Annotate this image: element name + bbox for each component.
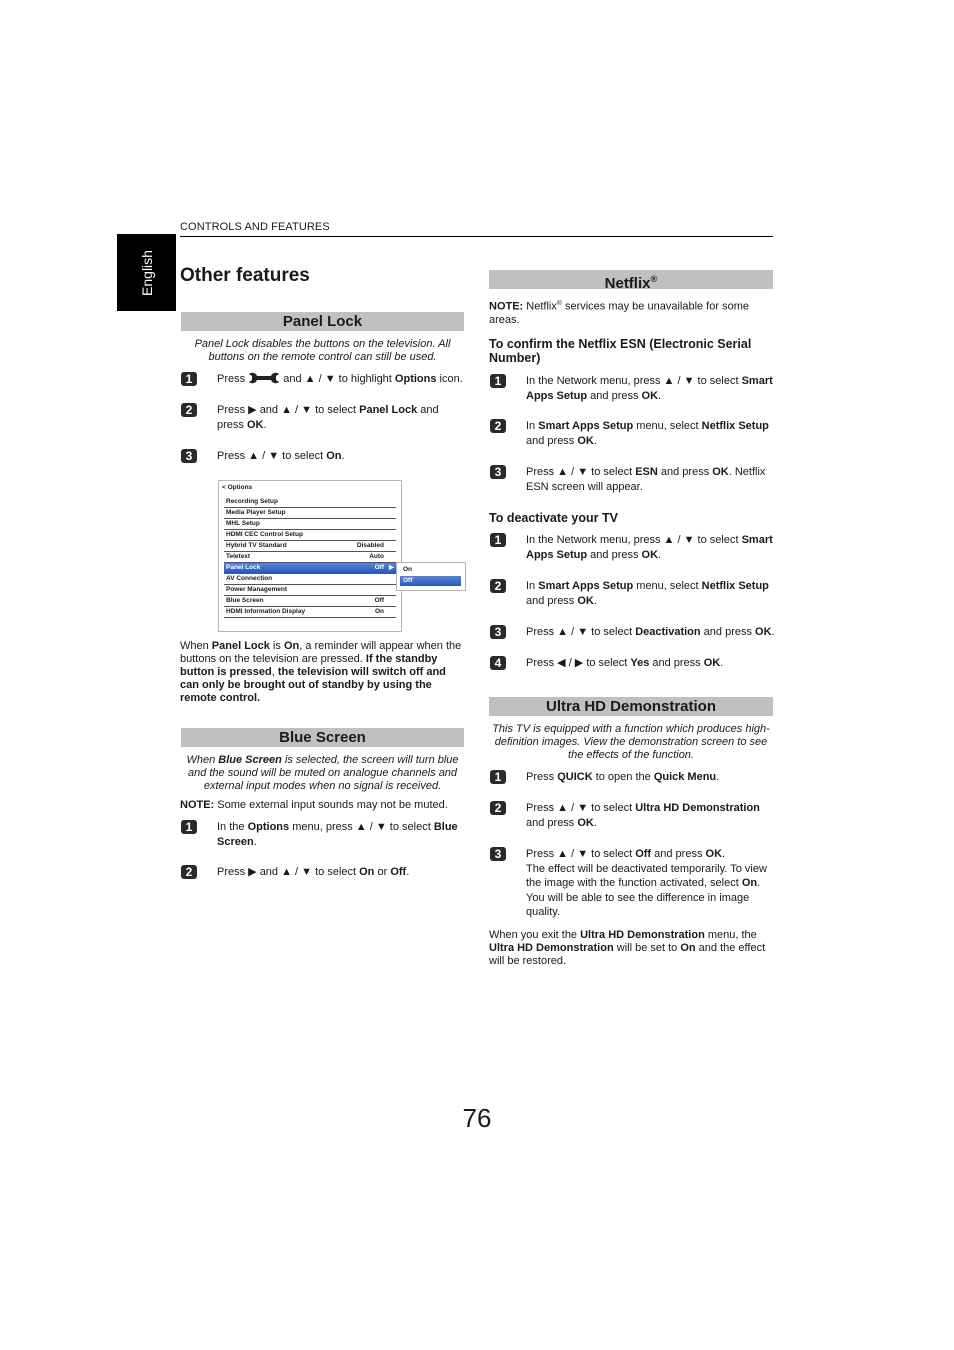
page-title: Other features (180, 265, 310, 286)
panel-lock-intro: Panel Lock disables the buttons on the t… (194, 338, 451, 363)
ultra-hd-restore-text: When you exit the Ultra HD Demonstration… (489, 929, 766, 967)
page-number: 76 (462, 1103, 492, 1133)
menu-item-value: Off (374, 597, 384, 604)
step-number-badge: 1 (490, 533, 506, 547)
options-menu-item[interactable]: Blue Screen Off (224, 596, 396, 607)
section-heading-netflix: Netflix® (489, 270, 773, 292)
language-tab: English (117, 234, 176, 311)
registered-mark: ® (650, 274, 658, 284)
step-text: In Smart Apps Setup menu, select Netflix… (526, 580, 769, 607)
menu-item-value: Auto (369, 553, 384, 560)
step-number-badge: 2 (490, 579, 506, 593)
step-text: Press QUICK to open the Quick Menu. (526, 771, 720, 783)
language-tab-label: English (138, 249, 155, 296)
menu-item-label: HDMI CEC Control Setup (226, 531, 303, 538)
options-menu-item[interactable]: MHL Setup (224, 519, 396, 530)
step-text: Press ▲ / ▼ to select ESN and press OK. … (526, 466, 766, 493)
netflix-heading-text: Netflix (604, 275, 651, 292)
section-heading-blue-screen: Blue Screen (181, 728, 464, 747)
options-menu-item[interactable]: Recording Setup (224, 497, 396, 508)
netflix-note: NOTE: Netflix® services may be unavailab… (489, 300, 749, 326)
blue-screen-intro: When Blue Screen is selected, the screen… (186, 754, 459, 792)
step-text: Press ▲ / ▼ to select Off and press OK. T… (526, 848, 767, 918)
panel-lock-submenu: On Off (396, 562, 466, 591)
step-number-badge: 3 (490, 465, 506, 479)
menu-item-label: Blue Screen (226, 597, 264, 604)
netflix-esn-heading: To confirm the Netflix ESN (Electronic S… (489, 337, 752, 365)
step-text: Press and ▲ / ▼ to highlight Options ico… (217, 372, 463, 385)
options-menu-item[interactable]: Media Player Setup (224, 508, 396, 519)
menu-item-label: Teletext (226, 553, 251, 560)
header-rule (180, 236, 773, 237)
netflix-deactivate-heading: To deactivate your TV (489, 511, 618, 525)
section-heading-ultra-hd: Ultra HD Demonstration (489, 697, 773, 716)
running-head: CONTROLS AND FEATURES (180, 221, 330, 233)
blue-screen-note: NOTE: Some external input sounds may not… (180, 798, 448, 813)
options-menu-item[interactable]: Hybrid TV Standard Disabled (224, 541, 396, 552)
step-number-badge: 1 (490, 770, 506, 784)
step-text: In the Network menu, press ▲ / ▼ to sele… (526, 375, 773, 402)
step-text: Press ◀ / ▶ to select Yes and press OK. (526, 657, 724, 669)
step-text: Press ▶ and ▲ / ▼ to select On or Off. (217, 866, 410, 878)
section-heading-panel-lock: Panel Lock (181, 312, 464, 331)
step-number-badge: 2 (490, 801, 506, 815)
step-text: Press ▲ / ▼ to select Ultra HD Demonstra… (526, 802, 760, 829)
menu-item-label: Panel Lock (226, 564, 261, 571)
options-menu-item[interactable]: AV Connection (224, 574, 396, 585)
step-text: In Smart Apps Setup menu, select Netflix… (526, 420, 769, 447)
menu-item-label: MHL Setup (226, 520, 260, 527)
menu-item-label: AV Connection (226, 575, 273, 582)
options-menu-title: < Options (222, 484, 253, 491)
step-number-badge: 3 (490, 625, 506, 639)
menu-item-value: Off (374, 564, 384, 571)
note-label: NOTE: (180, 799, 215, 811)
panel-lock-reminder-text: When Panel Lock is On, a reminder will a… (180, 640, 462, 704)
submenu-arrow-icon: ▶ (389, 564, 394, 571)
menu-item-value: On (374, 608, 384, 615)
step-text: Press ▲ / ▼ to select On. (217, 450, 345, 462)
options-menu-item[interactable]: Teletext Auto (224, 552, 396, 563)
step-text: Press ▶ and ▲ / ▼ to select Panel Lock a… (217, 404, 439, 431)
options-menu-item[interactable]: HDMI CEC Control Setup (224, 530, 396, 541)
wrench-icon (249, 372, 280, 384)
ultra-hd-intro: This TV is equipped with a function whic… (492, 723, 770, 761)
step-text: In the Options menu, press ▲ / ▼ to sele… (217, 821, 458, 848)
options-menu-item[interactable]: Panel Lock Off ▶ (224, 563, 396, 574)
menu-item-label: Recording Setup (226, 498, 279, 505)
step-number-badge: 1 (490, 374, 506, 388)
menu-item-label: Power Management (226, 586, 288, 593)
step-number-badge: 2 (181, 403, 197, 417)
submenu-option-on[interactable]: On (400, 565, 461, 575)
step-number-badge: 4 (490, 656, 506, 670)
menu-item-label: Hybrid TV Standard (226, 542, 287, 549)
step-number-badge: 3 (181, 449, 197, 463)
menu-item-value: Disabled (356, 542, 384, 549)
step-number-badge: 1 (181, 372, 197, 386)
options-menu-item[interactable]: Power Management (224, 585, 396, 596)
step-number-badge: 3 (490, 847, 506, 861)
step-number-badge: 1 (181, 820, 197, 834)
step-text: In the Network menu, press ▲ / ▼ to sele… (526, 534, 773, 561)
submenu-option-off[interactable]: Off (400, 576, 461, 586)
step-number-badge: 2 (181, 865, 197, 879)
options-menu-item[interactable]: HDMI Information Display On (224, 607, 396, 618)
menu-item-label: Media Player Setup (226, 509, 286, 516)
options-menu-screenshot: < Options Recording Setup Media Player Se… (218, 480, 402, 632)
menu-item-label: HDMI Information Display (226, 608, 306, 615)
step-text: Press ▲ / ▼ to select Deactivation and p… (526, 626, 775, 638)
step-number-badge: 2 (490, 419, 506, 433)
note-text: Some external input sounds may not be mu… (214, 799, 448, 811)
